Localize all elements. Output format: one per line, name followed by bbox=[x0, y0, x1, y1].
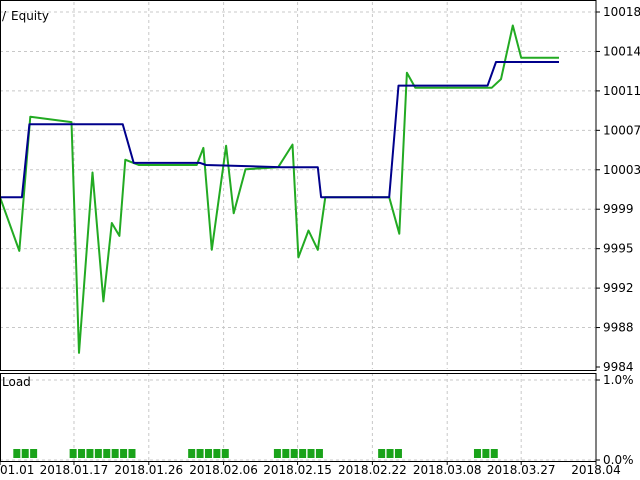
load-bar bbox=[490, 449, 498, 458]
load-bar bbox=[13, 449, 21, 458]
x-tick-label: 2018.01.01 bbox=[0, 463, 34, 477]
y-tick-label: 10007 bbox=[603, 123, 640, 137]
load-bar bbox=[482, 449, 490, 458]
load-bar bbox=[188, 449, 196, 458]
y-axis-labels: 10018 10014 10011 10007 10003 9999 9995 9992 998… bbox=[596, 5, 640, 467]
load-bar bbox=[86, 449, 94, 458]
series-lines bbox=[0, 24, 559, 354]
x-tick-label: 2018.01.17 bbox=[40, 463, 109, 477]
y-tick-label: 10003 bbox=[603, 163, 640, 177]
load-bar bbox=[394, 449, 402, 458]
load-y-tick-label: 1.0% bbox=[603, 373, 634, 387]
y-tick-label: 9992 bbox=[603, 281, 634, 295]
load-bar bbox=[21, 449, 29, 458]
load-grid bbox=[0, 373, 596, 461]
x-tick-label: 2018.03.08 bbox=[413, 463, 482, 477]
panel-frames bbox=[0, 0, 597, 462]
legend-equity: Equity bbox=[11, 9, 49, 23]
load-bar bbox=[282, 449, 290, 458]
load-bar bbox=[111, 449, 119, 458]
strategy-tester-chart: 10018 10014 10011 10007 10003 9999 9995 9992 998… bbox=[0, 0, 640, 480]
legend-prefix: / bbox=[2, 9, 7, 23]
y-tick-label: 10014 bbox=[603, 44, 640, 58]
x-tick-label: 2018.03.27 bbox=[487, 463, 556, 477]
y-tick-label: 9999 bbox=[603, 202, 634, 216]
legend: / Equity bbox=[2, 9, 49, 23]
balance-line bbox=[0, 61, 559, 199]
load-title: Load bbox=[2, 375, 31, 389]
x-axis-labels: 2018.01.01 2018.01.17 2018.01.26 2018.02.06… bbox=[0, 461, 621, 477]
load-bar bbox=[213, 449, 221, 458]
x-tick-label: 2018.04 bbox=[571, 463, 621, 477]
chart-canvas: 10018 10014 10011 10007 10003 9999 9995 9992 998… bbox=[0, 0, 640, 477]
load-panel-frame bbox=[0, 373, 597, 462]
load-bar bbox=[290, 449, 298, 458]
load-bars bbox=[13, 449, 498, 458]
load-bar bbox=[30, 449, 38, 458]
y-tick-label: 10011 bbox=[603, 84, 640, 98]
x-tick-label: 2018.02.22 bbox=[338, 463, 407, 477]
load-bar bbox=[103, 449, 111, 458]
load-bar bbox=[128, 449, 136, 458]
load-bar bbox=[196, 449, 204, 458]
load-bar bbox=[378, 449, 386, 458]
y-tick-label: 9995 bbox=[603, 242, 634, 256]
equity-line bbox=[0, 24, 559, 354]
load-bar bbox=[69, 449, 77, 458]
load-bar bbox=[386, 449, 394, 458]
load-bar bbox=[315, 449, 323, 458]
load-bar bbox=[299, 449, 307, 458]
load-bar bbox=[273, 449, 281, 458]
x-tick-label: 2018.02.06 bbox=[189, 463, 258, 477]
y-tick-label: 9984 bbox=[603, 360, 634, 374]
y-tick-label: 9988 bbox=[603, 321, 634, 335]
load-bar bbox=[204, 449, 212, 458]
load-bar bbox=[94, 449, 102, 458]
load-bar bbox=[307, 449, 315, 458]
x-tick-label: 2018.02.15 bbox=[263, 463, 332, 477]
load-bar bbox=[120, 449, 128, 458]
load-bar bbox=[473, 449, 481, 458]
load-bar bbox=[78, 449, 86, 458]
x-tick-label: 2018.01.26 bbox=[114, 463, 183, 477]
y-tick-label: 10018 bbox=[603, 5, 640, 19]
load-bar bbox=[221, 449, 229, 458]
